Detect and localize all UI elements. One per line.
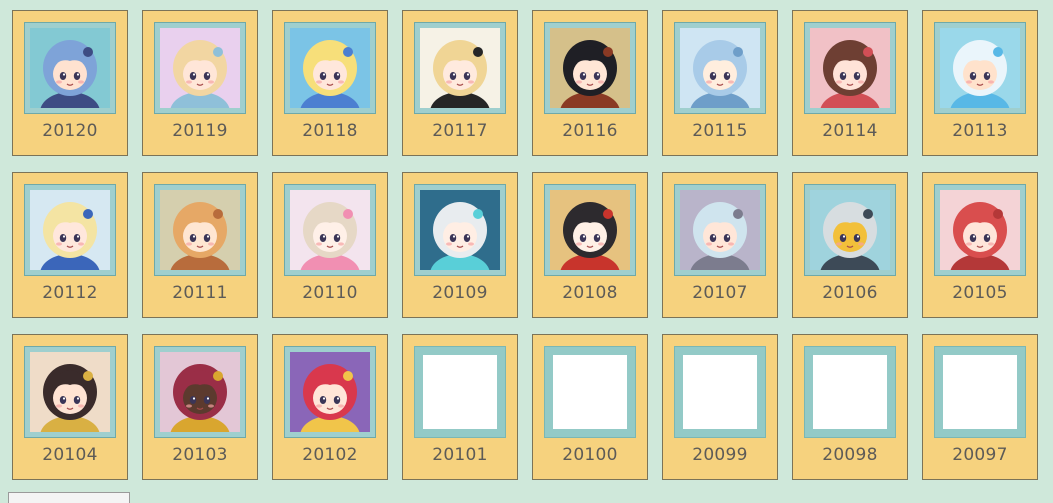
avatar-id-label: 20101 <box>432 445 488 465</box>
avatar-id-label: 20119 <box>172 121 228 141</box>
empty-frame-icon <box>943 355 1017 429</box>
avatar-pink-flower-girl-icon <box>290 190 370 270</box>
avatar-dolphin-hood-kid-icon <box>940 28 1020 108</box>
avatar-crown-black-hair-girl-icon <box>550 28 630 108</box>
avatar-card[interactable]: 20116 <box>532 10 648 156</box>
avatar-red-hair-horned-girl-icon <box>290 352 370 432</box>
avatar-card[interactable]: 20110 <box>272 172 388 318</box>
avatar-frame <box>154 22 246 114</box>
avatar-card[interactable]: 20115 <box>662 10 778 156</box>
avatar-frame <box>284 346 376 438</box>
avatar-frame <box>934 22 1026 114</box>
avatar-frame <box>414 184 506 276</box>
avatar-card[interactable]: 20104 <box>12 334 128 480</box>
empty-frame-icon <box>813 355 887 429</box>
avatar-frame <box>804 346 896 438</box>
empty-frame-icon <box>423 355 497 429</box>
avatar-id-label: 20100 <box>562 445 618 465</box>
avatar-frame <box>934 184 1026 276</box>
avatar-id-label: 20099 <box>692 445 748 465</box>
avatar-card[interactable]: 20111 <box>142 172 258 318</box>
avatar-frame <box>414 346 506 438</box>
avatar-dark-masked-figure-icon <box>160 352 240 432</box>
avatar-blonde-girl-icon <box>160 28 240 108</box>
avatar-frame <box>24 346 116 438</box>
avatar-frame <box>154 346 246 438</box>
avatar-id-label: 20113 <box>952 121 1008 141</box>
avatar-card[interactable]: 20100 <box>532 334 648 480</box>
avatar-id-label: 20107 <box>692 283 748 303</box>
avatar-frame <box>544 184 636 276</box>
avatar-card[interactable]: 20113 <box>922 10 1038 156</box>
avatar-frame <box>284 184 376 276</box>
avatar-frame <box>24 22 116 114</box>
avatar-id-label: 20115 <box>692 121 748 141</box>
avatar-card[interactable]: 20097 <box>922 334 1038 480</box>
avatar-id-label: 20102 <box>302 445 358 465</box>
avatar-frame <box>154 184 246 276</box>
avatar-opera-queen-icon <box>550 190 630 270</box>
avatar-card[interactable]: 20102 <box>272 334 388 480</box>
avatar-id-label: 20120 <box>42 121 98 141</box>
avatar-id-label: 20106 <box>822 283 878 303</box>
avatar-id-label: 20114 <box>822 121 878 141</box>
avatar-id-label: 20103 <box>172 445 228 465</box>
avatar-card[interactable]: 20109 <box>402 172 518 318</box>
avatar-grid: 20120 20119 20118 20117 20116 20115 20114 20113… <box>12 10 1038 480</box>
avatar-id-label: 20117 <box>432 121 488 141</box>
avatar-id-label: 20098 <box>822 445 878 465</box>
avatar-card[interactable]: 20112 <box>12 172 128 318</box>
avatar-wolf-hood-boy-icon <box>680 190 760 270</box>
avatar-id-label: 20109 <box>432 283 488 303</box>
avatar-card[interactable]: 20098 <box>792 334 908 480</box>
avatar-blonde-boy-blue-cape-icon <box>30 190 110 270</box>
avatar-id-label: 20110 <box>302 283 358 303</box>
avatar-frame <box>674 184 766 276</box>
avatar-id-label: 20097 <box>952 445 1008 465</box>
avatar-card[interactable]: 20099 <box>662 334 778 480</box>
avatar-card[interactable]: 20117 <box>402 10 518 156</box>
avatar-id-label: 20111 <box>172 283 228 303</box>
avatar-red-hood-girl-icon <box>940 190 1020 270</box>
avatar-frame <box>804 22 896 114</box>
avatar-card[interactable]: 20101 <box>402 334 518 480</box>
avatar-frame <box>804 184 896 276</box>
avatar-id-label: 20116 <box>562 121 618 141</box>
avatar-card[interactable]: 20106 <box>792 172 908 318</box>
avatar-silver-hair-girl-icon <box>420 190 500 270</box>
avatar-blonde-princess-icon <box>290 28 370 108</box>
avatar-card[interactable]: 20105 <box>922 172 1038 318</box>
avatar-card[interactable]: 20107 <box>662 172 778 318</box>
avatar-frame <box>544 346 636 438</box>
avatar-frame <box>544 22 636 114</box>
avatar-card[interactable]: 20103 <box>142 334 258 480</box>
avatar-tiger-hood-kid-icon <box>160 190 240 270</box>
avatar-id-label: 20118 <box>302 121 358 141</box>
robot-head-icon <box>810 190 890 270</box>
avatar-frame <box>674 22 766 114</box>
avatar-id-label: 20105 <box>952 283 1008 303</box>
avatar-frame <box>24 184 116 276</box>
empty-frame-icon <box>553 355 627 429</box>
avatar-card[interactable]: 20119 <box>142 10 258 156</box>
avatar-id-label: 20108 <box>562 283 618 303</box>
avatar-card[interactable]: 20120 <box>12 10 128 156</box>
avatar-card[interactable]: 20114 <box>792 10 908 156</box>
avatar-ice-blue-hair-girl-icon <box>680 28 760 108</box>
empty-frame-icon <box>683 355 757 429</box>
avatar-frame <box>414 22 506 114</box>
avatar-half-black-hair-girl-icon <box>420 28 500 108</box>
avatar-frame <box>674 346 766 438</box>
avatar-id-label: 20112 <box>42 283 98 303</box>
avatar-brown-hair-girl-icon <box>810 28 890 108</box>
avatar-card[interactable]: 20118 <box>272 10 388 156</box>
avatar-frame <box>934 346 1026 438</box>
avatar-card[interactable]: 20108 <box>532 172 648 318</box>
avatar-frame <box>284 22 376 114</box>
avatar-blue-hair-boy-icon <box>30 28 110 108</box>
avatar-purple-eyes-girl-icon <box>30 352 110 432</box>
avatar-id-label: 20104 <box>42 445 98 465</box>
